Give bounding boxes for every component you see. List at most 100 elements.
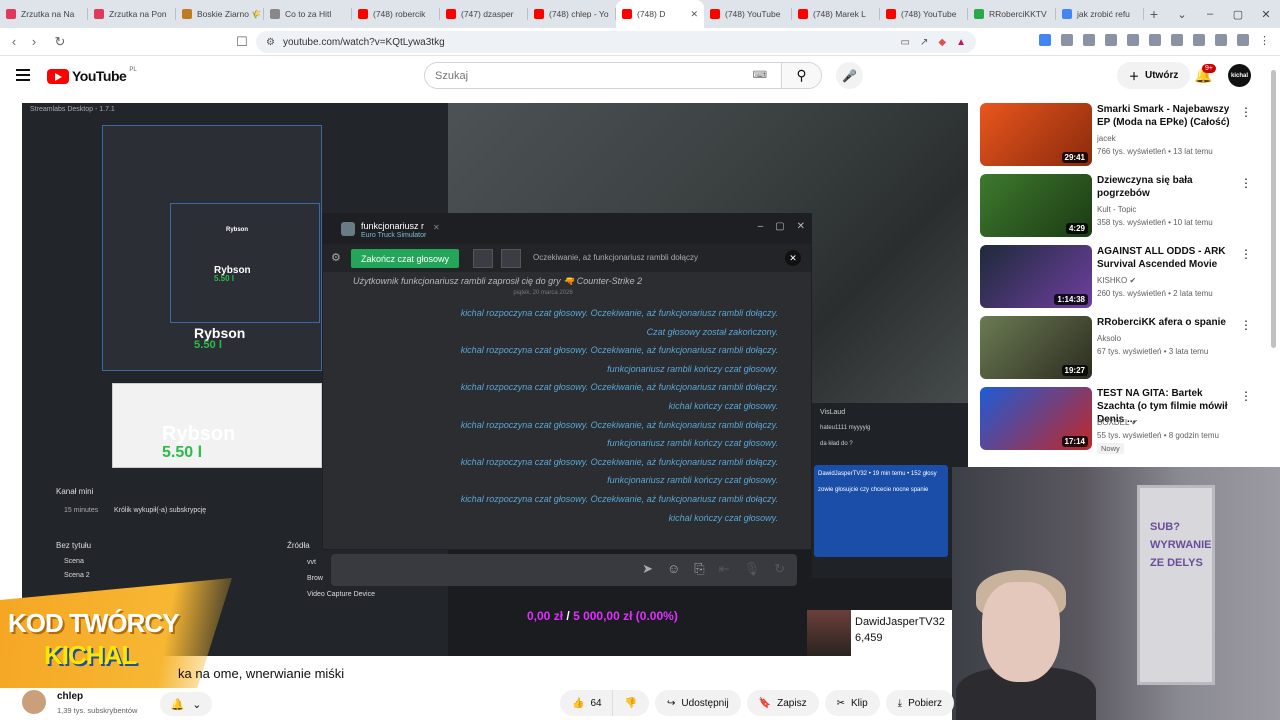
recommended-meta: 358 tys. wyświetleń • 10 lat temu	[1097, 218, 1213, 227]
emoji-icon[interactable]: ☺	[667, 561, 680, 577]
video-thumbnail[interactable]: 19:27	[980, 316, 1092, 379]
share-page-icon[interactable]: ↗	[920, 37, 928, 48]
settings-gear-icon[interactable]: ⚙	[331, 251, 341, 264]
browser-tab[interactable]: jak zrobić refu	[1056, 0, 1144, 28]
side-panel-icon[interactable]	[1149, 34, 1161, 46]
more-options-icon[interactable]: ⋮	[1240, 318, 1252, 332]
install-icon[interactable]: ▭	[901, 37, 910, 48]
browser-tab[interactable]: Co to za Hitl	[264, 0, 352, 28]
media-icon[interactable]	[1127, 34, 1139, 46]
keyboard-icon[interactable]: ⌨	[753, 70, 767, 81]
address-bar[interactable]: ⚙ youtube.com/watch?v=KQtLywa3tkg ▭ ↗ ◆ …	[256, 31, 976, 53]
recommended-video[interactable]: 19:27 RRoberciKK afera o spanie Aksolo 67 t…	[980, 316, 1252, 382]
browser-tab[interactable]: (748) YouTube	[704, 0, 792, 28]
video-player[interactable]: Streamlabs Desktop - 1.7.1 Rybson Rybson…	[22, 103, 968, 656]
close-icon[interactable]: ✕	[797, 221, 805, 232]
extension-icon[interactable]	[1237, 34, 1249, 46]
reconnect-icon[interactable]: ↻	[774, 561, 785, 577]
channel-avatar[interactable]	[22, 690, 46, 714]
extension-icon[interactable]	[1171, 34, 1183, 46]
recommended-channel[interactable]: Kult - Topic	[1097, 205, 1136, 214]
browser-tab[interactable]: RRoberciKKTV	[968, 0, 1056, 28]
video-thumbnail[interactable]: 4:29	[980, 174, 1092, 237]
message-input[interactable]: ➤ ☺ ⎘ ⇤ 🎙 ↻	[331, 554, 797, 586]
extension-triangle-icon[interactable]: ▲	[956, 37, 966, 48]
recommended-video[interactable]: 4:29 Dziewczyna się bała pogrzebów Kult - …	[980, 174, 1252, 240]
video-thumbnail[interactable]: 1:14:38	[980, 245, 1092, 308]
dislike-button[interactable]: 👎	[612, 690, 650, 716]
close-call-icon[interactable]: ✕	[785, 250, 801, 266]
create-button[interactable]: ＋ Utwórz	[1117, 62, 1191, 89]
like-button[interactable]: 👍 64	[560, 690, 613, 716]
browser-tab[interactable]: Boskie Ziarno 🌾	[176, 0, 264, 28]
maximize-icon[interactable]: ▢	[775, 221, 784, 232]
extension-shield-icon[interactable]: ◆	[938, 37, 946, 48]
search-input[interactable]	[425, 63, 753, 88]
tab-list-icon[interactable]: ⌄	[1168, 8, 1196, 21]
attach-icon[interactable]: ⎘	[694, 561, 704, 577]
video-thumbnail[interactable]: 17:14	[980, 387, 1092, 450]
translate-icon[interactable]	[1039, 34, 1051, 46]
browser-tab[interactable]: (748) D ✕	[616, 0, 704, 28]
browser-tab[interactable]: (747) dzasper	[440, 0, 528, 28]
close-tab-icon[interactable]: ✕	[433, 223, 440, 232]
recommended-title[interactable]: AGAINST ALL ODDS - ARK Survival Ascended…	[1097, 245, 1237, 271]
browser-tab[interactable]: Zrzutka na Na	[0, 0, 88, 28]
download-icon: ⤓	[897, 697, 903, 709]
poll-meta: DawidJasperTV32 • 19 min temu • 152 głos…	[818, 471, 937, 477]
recommended-channel[interactable]: KISHKO ✔	[1097, 276, 1136, 285]
recommended-video[interactable]: 29:41 Smarki Smark - Najebawszy EP (Moda …	[980, 103, 1252, 169]
more-options-icon[interactable]: ⋮	[1240, 105, 1252, 119]
voice-search-button[interactable]: 🎤	[836, 62, 863, 89]
reload-icon[interactable]: ↻	[50, 34, 70, 50]
extension-icon[interactable]	[1215, 34, 1227, 46]
account-avatar[interactable]: kichal	[1228, 64, 1251, 87]
recommended-title[interactable]: RRoberciKK afera o spanie	[1097, 316, 1237, 329]
more-options-icon[interactable]: ⋮	[1240, 247, 1252, 261]
mic-icon[interactable]: 🎙	[744, 561, 761, 577]
close-window-icon[interactable]: ✕	[1252, 8, 1280, 21]
extension-icon[interactable]	[1105, 34, 1117, 46]
more-options-icon[interactable]: ⋮	[1240, 176, 1252, 190]
recommended-channel[interactable]: jacek	[1097, 134, 1116, 143]
download-button[interactable]: ⤓ Pobierz	[885, 690, 954, 716]
extension-icon[interactable]	[1083, 34, 1095, 46]
forward-icon[interactable]: ›	[24, 34, 44, 49]
recommended-video[interactable]: 17:14 TEST NA GITA: Bartek Szachta (o tym…	[980, 387, 1252, 454]
recommended-channel[interactable]: Aksolo	[1097, 334, 1121, 343]
menu-kebab-icon[interactable]: ⋮	[1259, 34, 1270, 47]
minimize-icon[interactable]: –	[758, 221, 764, 232]
recommended-video[interactable]: 1:14:38 AGAINST ALL ODDS - ARK Survival A…	[980, 245, 1252, 311]
subscribed-button[interactable]: 🔔 ⌄	[160, 692, 212, 716]
clip-button[interactable]: ✂ Klip	[824, 690, 880, 716]
extension-icon[interactable]	[1061, 34, 1073, 46]
browser-tab[interactable]: (748) chlep - Yo	[528, 0, 616, 28]
minimize-icon[interactable]: –	[1196, 8, 1224, 20]
channel-name[interactable]: chlep	[57, 691, 83, 702]
youtube-logo[interactable]: YouTube PL	[47, 67, 137, 84]
browser-tab[interactable]: (748) Marek L	[792, 0, 880, 28]
search-button[interactable]: ⚲	[781, 63, 821, 88]
send-icon[interactable]: ➤	[642, 561, 653, 577]
recommended-title[interactable]: Smarki Smark - Najebawszy EP (Moda na EP…	[1097, 103, 1237, 129]
more-options-icon[interactable]: ⋮	[1240, 389, 1252, 403]
close-tab-icon[interactable]: ✕	[690, 9, 698, 20]
video-thumbnail[interactable]: 29:41	[980, 103, 1092, 166]
maximize-icon[interactable]: ▢	[1224, 8, 1252, 21]
share-button[interactable]: ↪ Udostępnij	[655, 690, 741, 716]
extension-icon[interactable]	[1193, 34, 1205, 46]
browser-tab[interactable]: Zrzutka na Pon	[88, 0, 176, 28]
recommended-channel[interactable]: BOXDEL ✔	[1097, 418, 1138, 427]
browser-tab[interactable]: (748) robercik	[352, 0, 440, 28]
hamburger-menu-icon[interactable]	[16, 69, 30, 84]
new-tab-icon[interactable]: +	[1144, 6, 1164, 22]
back-icon[interactable]: ‹	[4, 34, 24, 49]
recommended-title[interactable]: Dziewczyna się bała pogrzebów	[1097, 174, 1237, 200]
end-voice-call-button[interactable]: Zakończ czat głosowy	[351, 249, 460, 268]
browser-tab[interactable]: (748) YouTube	[880, 0, 968, 28]
site-info-icon[interactable]: ⚙	[266, 37, 275, 48]
page-scrollbar[interactable]	[1271, 70, 1276, 348]
leave-icon[interactable]: ⇤	[719, 561, 730, 577]
save-button[interactable]: 🔖 Zapisz	[746, 690, 819, 716]
bookmark-icon[interactable]: ☐	[232, 34, 252, 50]
